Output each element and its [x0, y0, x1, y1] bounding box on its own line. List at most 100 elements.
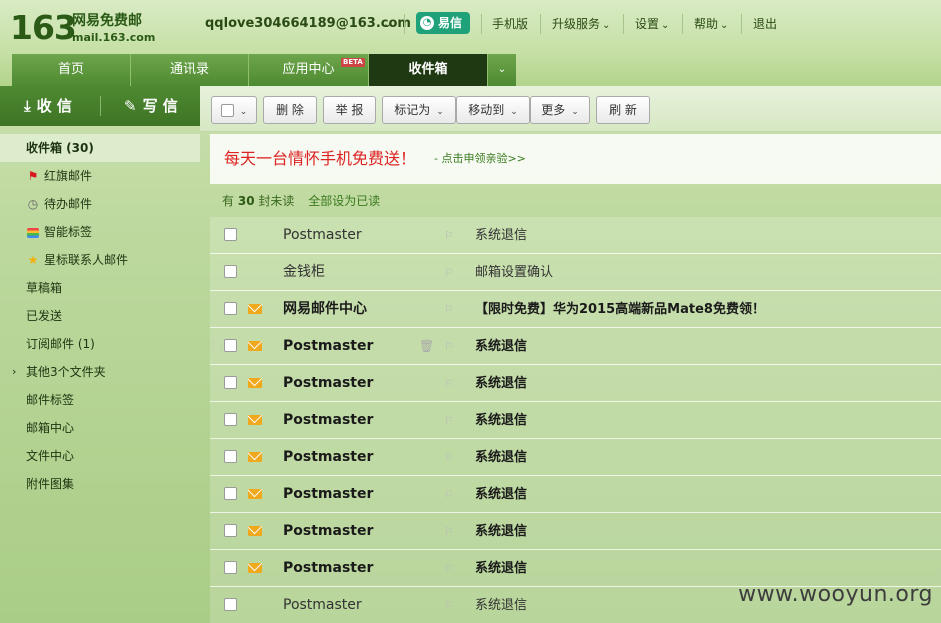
mail-subject[interactable]: 系统退信 — [475, 402, 527, 439]
flag-icon[interactable]: ⚐ — [444, 476, 454, 513]
mail-checkbox[interactable] — [224, 302, 237, 315]
mail-sender[interactable]: 网易邮件中心 — [283, 291, 367, 328]
mail-row[interactable]: Postmaster ⚐ 系统退信 — [210, 439, 941, 476]
move-to-dropdown[interactable]: 移动到 ⌄ — [456, 96, 530, 124]
mail-subject[interactable]: 系统退信 — [475, 328, 527, 365]
yixin-button[interactable]: ◔ 易信 — [416, 12, 470, 34]
clock-icon: ◷ — [27, 197, 39, 211]
folder-red-flag[interactable]: ⚑ 红旗邮件 — [0, 162, 200, 190]
mail-checkbox[interactable] — [224, 228, 237, 241]
tab-inbox[interactable]: 收件箱 — [369, 54, 488, 86]
upgrade-service-link[interactable]: 升级服务 ⌄ — [552, 14, 610, 36]
more-dropdown[interactable]: 更多 ⌄ — [530, 96, 590, 124]
mail-checkbox[interactable] — [224, 376, 237, 389]
mail-subject[interactable]: 邮箱设置确认 — [475, 254, 553, 291]
logo[interactable]: 163 网易免费邮 mail.163.com — [10, 8, 160, 48]
help-link[interactable]: 帮助 ⌄ — [694, 14, 728, 36]
mail-sender[interactable]: Postmaster — [283, 587, 362, 623]
mail-subject[interactable]: 系统退信 — [475, 439, 527, 476]
refresh-button[interactable]: 刷 新 — [596, 96, 650, 124]
mail-checkbox[interactable] — [224, 413, 237, 426]
mail-row[interactable]: ⋮⋮ Postmaster 🗑 ⚐ 系统退信 — [209, 328, 941, 365]
mail-checkbox[interactable] — [224, 450, 237, 463]
flag-icon[interactable]: ⚐ — [444, 291, 454, 328]
mail-sender[interactable]: Postmaster — [283, 550, 373, 587]
folder-sent[interactable]: 已发送 — [0, 302, 200, 330]
mail-row[interactable]: Postmaster ⚐ 系统退信 — [210, 513, 941, 550]
mail-sender[interactable]: Postmaster — [283, 365, 373, 402]
mail-sender[interactable]: Postmaster — [283, 217, 362, 254]
logout-link[interactable]: 退出 — [753, 14, 777, 34]
tab-home[interactable]: 首页 — [12, 54, 131, 86]
folder-other-folders[interactable]: › 其他3个文件夹 — [0, 358, 200, 386]
flag-icon[interactable]: ⚐ — [444, 439, 454, 476]
mail-subject[interactable]: 系统退信 — [475, 476, 527, 513]
tab-more-chevron-icon[interactable]: ⌄ — [488, 54, 516, 86]
mail-row[interactable]: Postmaster ⚐ 系统退信 — [210, 402, 941, 439]
mail-row[interactable]: 金钱柜 ⚐ 邮箱设置确认 — [210, 254, 941, 291]
mail-subject[interactable]: 系统退信 — [475, 365, 527, 402]
chevron-down-icon[interactable]: ⌄ — [383, 15, 392, 33]
mail-subject[interactable]: 系统退信 — [475, 513, 527, 550]
mark-as-dropdown[interactable]: 标记为 ⌄ — [382, 96, 456, 124]
flag-icon[interactable]: ⚐ — [444, 513, 454, 550]
folder-attachment-gallery[interactable]: 附件图集 — [0, 470, 200, 498]
folder-inbox[interactable]: 收件箱 (30) — [0, 134, 200, 162]
folder-todo[interactable]: ◷ 待办邮件 — [0, 190, 200, 218]
mail-sender[interactable]: 金钱柜 — [283, 254, 325, 291]
account-email[interactable]: qqlove304664189@163.com — [205, 15, 411, 33]
report-button[interactable]: 举 报 — [323, 96, 376, 124]
flag-icon[interactable]: ⚐ — [444, 402, 454, 439]
mail-checkbox[interactable] — [224, 524, 237, 537]
mail-sender[interactable]: Postmaster — [283, 402, 373, 439]
mail-checkbox[interactable] — [224, 265, 237, 278]
folder-starred-contacts[interactable]: ★ 星标联系人邮件 — [0, 246, 200, 274]
select-all-dropdown[interactable]: ⌄ — [211, 96, 257, 124]
mail-checkbox[interactable] — [224, 339, 237, 352]
tab-contacts[interactable]: 通讯录 — [131, 54, 249, 86]
folder-smart-tags[interactable]: 智能标签 — [0, 218, 200, 246]
mail-subject[interactable]: 系统退信 — [475, 550, 527, 587]
divider — [481, 14, 482, 34]
mail-sender[interactable]: Postmaster — [283, 328, 373, 365]
mail-row[interactable]: Postmaster ⚐ 系统退信 — [210, 476, 941, 513]
mail-sender[interactable]: Postmaster — [283, 513, 373, 550]
folder-file-center[interactable]: 文件中心 — [0, 442, 200, 470]
settings-link[interactable]: 设置 ⌄ — [635, 14, 669, 36]
mark-all-read-link[interactable]: 全部设为已读 — [308, 194, 380, 208]
flag-icon[interactable]: ⚐ — [444, 217, 454, 254]
mail-checkbox[interactable] — [224, 598, 237, 611]
promo-banner[interactable]: 每天一台情怀手机免费送！ - 点击申领亲验>> — [210, 134, 941, 184]
mail-sender[interactable]: Postmaster — [283, 476, 373, 513]
promo-text[interactable]: 每天一台情怀手机免费送！ — [224, 148, 416, 170]
folder-subscriptions[interactable]: 订阅邮件 (1) — [0, 330, 200, 358]
flag-icon[interactable]: ⚐ — [444, 254, 454, 291]
mail-subject[interactable]: 【限时免费】华为2015高端新品Mate8免费领！ — [475, 291, 765, 328]
mail-checkbox[interactable] — [224, 561, 237, 574]
mail-row[interactable]: 网易邮件中心 ⚐ 【限时免费】华为2015高端新品Mate8免费领！ — [210, 291, 941, 328]
folder-drafts[interactable]: 草稿箱 — [0, 274, 200, 302]
receive-button[interactable]: ⤓ 收 信 — [24, 86, 72, 126]
promo-link[interactable]: - 点击申领亲验>> — [434, 151, 526, 167]
mark-as-label: 标记为 — [394, 103, 431, 117]
trash-icon[interactable]: 🗑 — [419, 328, 434, 365]
flag-icon[interactable]: ⚐ — [444, 328, 454, 365]
mail-subject[interactable]: 系统退信 — [475, 587, 527, 623]
drag-handle-icon[interactable]: ⋮⋮ — [209, 328, 226, 365]
folder-mail-tags[interactable]: 邮件标签 — [0, 386, 200, 414]
mail-sender[interactable]: Postmaster — [283, 439, 373, 476]
chevron-right-icon[interactable]: › — [12, 358, 16, 386]
mail-row[interactable]: Postmaster ⚐ 系统退信 — [210, 365, 941, 402]
mail-row[interactable]: Postmaster ⚐ 系统退信 — [210, 217, 941, 254]
mail-subject[interactable]: 系统退信 — [475, 217, 527, 254]
mail-checkbox[interactable] — [224, 487, 237, 500]
flag-icon[interactable]: ⚐ — [444, 365, 454, 402]
flag-icon[interactable]: ⚐ — [444, 587, 454, 623]
flag-icon[interactable]: ⚐ — [444, 550, 454, 587]
compose-button[interactable]: ✎ 写 信 — [124, 86, 178, 126]
folder-mail-center[interactable]: 邮箱中心 — [0, 414, 200, 442]
delete-button[interactable]: 删 除 — [263, 96, 317, 124]
tab-app-center[interactable]: 应用中心 BETA — [249, 54, 369, 86]
select-all-checkbox[interactable] — [220, 104, 234, 117]
mobile-version-link[interactable]: 手机版 — [492, 14, 528, 34]
